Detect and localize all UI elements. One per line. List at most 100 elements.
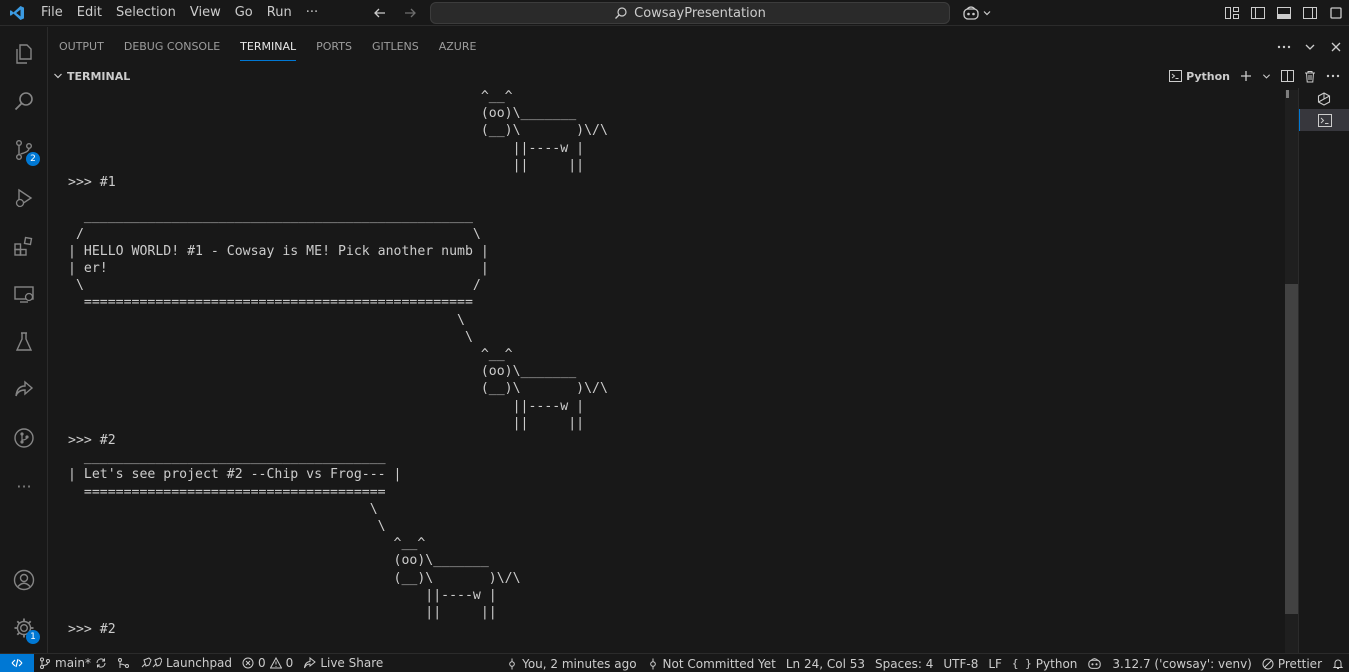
gitlens-icon[interactable]	[0, 414, 48, 462]
launchpad-item[interactable]: Launchpad	[135, 654, 237, 672]
terminal-line: | HELLO WORLD! #1 - Cowsay is ME! Pick a…	[68, 243, 489, 259]
accounts-icon[interactable]	[0, 556, 48, 604]
commit-icon	[509, 658, 515, 669]
explorer-icon[interactable]	[0, 30, 48, 78]
warning-count: 0	[285, 656, 294, 670]
notifications-bell-icon[interactable]	[1327, 654, 1349, 672]
terminal-section-toggle[interactable]: TERMINAL	[49, 70, 130, 83]
title-bar: File Edit Selection View Go Run ··· Cows…	[0, 0, 1349, 26]
remote-indicator-icon[interactable]	[0, 653, 34, 672]
terminal-line: || ||	[68, 415, 585, 431]
menu-file[interactable]: File	[34, 0, 70, 26]
terminal-line: (oo)\_______	[68, 106, 577, 122]
forward-arrow-icon[interactable]	[402, 5, 418, 21]
terminal-line: >>> #1	[68, 175, 116, 191]
split-terminal-icon[interactable]	[1278, 67, 1297, 85]
run-and-debug-icon[interactable]	[0, 174, 48, 222]
git-blame-item[interactable]: You, 2 minutes ago	[501, 654, 641, 672]
source-control-badge: 2	[26, 152, 40, 166]
language-mode[interactable]: { } Python	[1007, 654, 1082, 672]
terminal-scrollbar[interactable]	[1285, 90, 1298, 653]
prettier-status[interactable]: Prettier	[1257, 654, 1327, 672]
terminal-line: (__)\ )\/\	[68, 381, 608, 397]
kill-terminal-trash-icon[interactable]	[1301, 67, 1319, 85]
cursor-position[interactable]: Ln 24, Col 53	[781, 654, 870, 672]
live-share-icon	[304, 657, 317, 669]
terminal-instance-shell-icon[interactable]	[1299, 109, 1349, 131]
git-blame-text: You, 2 minutes ago	[522, 656, 637, 671]
remote-explorer-icon[interactable]	[0, 270, 48, 318]
minimize-window-icon[interactable]	[1323, 0, 1349, 26]
copilot-menu-button[interactable]	[962, 2, 992, 24]
terminal-more-actions-icon[interactable]	[1323, 67, 1343, 85]
customize-layout-icon[interactable]	[1219, 0, 1245, 26]
problems-indicator[interactable]: 0 0	[237, 654, 298, 672]
tab-debug-console[interactable]: DEBUG CONSOLE	[114, 27, 230, 67]
terminal-launch-profile-chevron-icon[interactable]	[1259, 67, 1274, 85]
encoding[interactable]: UTF-8	[938, 654, 983, 672]
testing-flask-icon[interactable]	[0, 318, 48, 366]
menu-run[interactable]: Run	[260, 0, 299, 26]
terminal-line: ||----w |	[68, 140, 585, 156]
live-share-status[interactable]: Live Share	[298, 654, 388, 672]
commit-icon	[649, 658, 656, 669]
error-count: 0	[258, 656, 266, 670]
end-of-line[interactable]: LF	[983, 654, 1007, 672]
back-arrow-icon[interactable]	[372, 5, 388, 21]
tab-gitlens[interactable]: GITLENS	[362, 27, 429, 67]
branch-indicator[interactable]: main*	[34, 654, 112, 672]
git-graph-icon[interactable]	[112, 654, 135, 672]
language-label: Python	[1035, 656, 1078, 671]
terminal-line: / \	[68, 226, 481, 242]
toggle-panel-icon[interactable]	[1271, 0, 1297, 26]
commit-status-item[interactable]: Not Committed Yet	[642, 654, 781, 672]
command-center-search[interactable]: CowsayPresentation	[430, 2, 950, 24]
tab-terminal[interactable]: TERMINAL	[230, 27, 306, 67]
braces-icon: { }	[1011, 657, 1032, 670]
terminal-line: >>> #2	[68, 433, 116, 449]
activity-bar: 2 ··· 1	[0, 27, 48, 653]
menu-edit[interactable]: Edit	[70, 0, 109, 26]
menu-selection[interactable]: Selection	[109, 0, 183, 26]
live-share-icon[interactable]	[0, 366, 48, 414]
commit-status-text: Not Committed Yet	[662, 656, 776, 671]
copilot-status-icon[interactable]	[1082, 654, 1107, 672]
terminal-line: | er! |	[68, 261, 489, 277]
terminal-line: ======================================	[68, 484, 386, 500]
accounts-badge: 1	[26, 630, 40, 644]
terminal-instance-python-icon[interactable]	[1299, 88, 1349, 110]
toggle-primary-sidebar-icon[interactable]	[1245, 0, 1271, 26]
menu-more[interactable]: ···	[299, 0, 325, 26]
scrollbar-thumb[interactable]	[1285, 284, 1298, 614]
extensions-icon[interactable]	[0, 222, 48, 270]
terminal-text: ^__^ (oo)\_______ (__)\ )\/\ ||----w | |…	[68, 88, 608, 653]
chevron-down-icon	[982, 8, 992, 18]
toggle-secondary-sidebar-icon[interactable]	[1297, 0, 1323, 26]
chevron-down-icon	[53, 71, 63, 81]
terminal-line: \ /	[68, 278, 481, 294]
tab-output[interactable]: OUTPUT	[49, 27, 114, 67]
indentation[interactable]: Spaces: 4	[870, 654, 938, 672]
terminal-line: ||----w |	[68, 398, 585, 414]
panel-more-actions-icon[interactable]	[1271, 34, 1297, 60]
terminal-line: \	[68, 329, 473, 345]
menu-view[interactable]: View	[183, 0, 228, 26]
new-terminal-icon[interactable]	[1237, 67, 1255, 85]
tab-ports[interactable]: PORTS	[306, 27, 362, 67]
manage-gear-icon[interactable]: 1	[0, 604, 48, 652]
terminal-profile[interactable]: Python	[1166, 67, 1233, 85]
terminal-line: \	[68, 312, 465, 328]
python-interpreter[interactable]: 3.12.7 ('cowsay': venv)	[1107, 654, 1256, 672]
copilot-icon	[962, 5, 980, 21]
menu-go[interactable]: Go	[228, 0, 260, 26]
chevron-down-icon[interactable]	[1297, 34, 1323, 60]
source-control-icon[interactable]: 2	[0, 126, 48, 174]
terminal-line: ^__^	[68, 536, 426, 552]
more-views-icon[interactable]: ···	[0, 462, 48, 510]
terminal-line: (__)\ )\/\	[68, 570, 521, 586]
search-icon[interactable]	[0, 78, 48, 126]
close-panel-icon[interactable]	[1323, 34, 1349, 60]
terminal-output[interactable]: ^__^ (oo)\_______ (__)\ )\/\ ||----w | |…	[49, 88, 1284, 653]
tab-azure[interactable]: AZURE	[429, 27, 487, 67]
